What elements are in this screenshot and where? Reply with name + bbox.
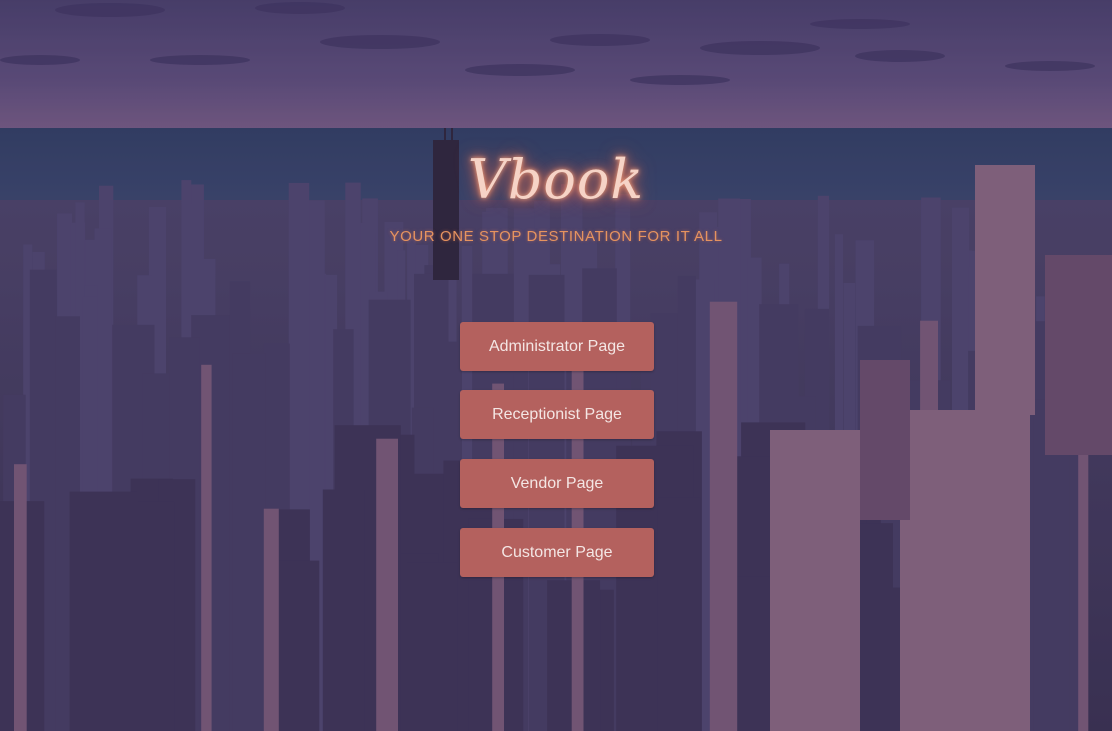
vendor-page-button[interactable]: Vendor Page bbox=[460, 459, 654, 508]
administrator-page-button[interactable]: Administrator Page bbox=[460, 322, 654, 371]
receptionist-page-button[interactable]: Receptionist Page bbox=[460, 390, 654, 439]
tagline: YOUR ONE STOP DESTINATION FOR IT ALL bbox=[389, 228, 723, 245]
app-logo: Vbook bbox=[467, 148, 645, 211]
brand-block: Vbook YOUR ONE STOP DESTINATION FOR IT A… bbox=[0, 140, 1112, 245]
landing-page: Vbook YOUR ONE STOP DESTINATION FOR IT A… bbox=[0, 0, 1112, 731]
customer-page-button[interactable]: Customer Page bbox=[460, 528, 654, 577]
